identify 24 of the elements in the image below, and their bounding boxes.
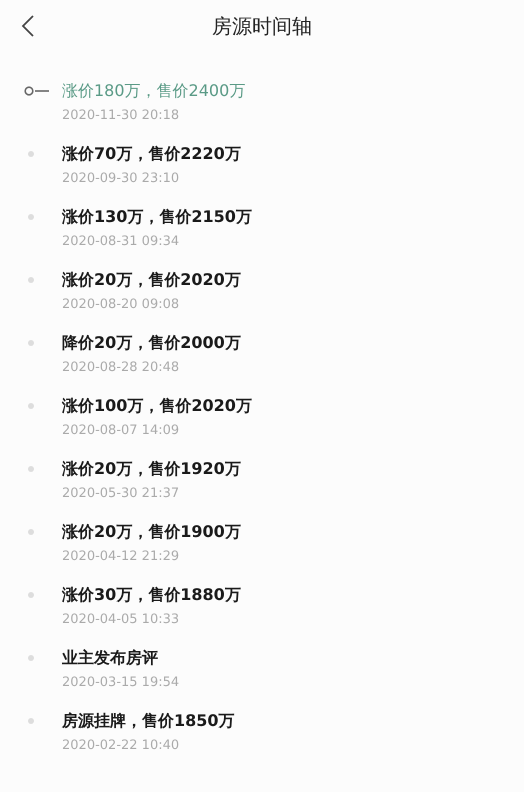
event-text: 涨价100万，售价2020万 [62, 395, 252, 417]
event-time: 2020-04-12 21:29 [62, 548, 180, 566]
event-text: 涨价70万，售价2220万 [62, 143, 241, 165]
event-text: 涨价20万，售价1900万 [62, 521, 241, 543]
event-time: 2020-02-22 10:40 [62, 737, 180, 755]
event-time: 2020-09-30 23:10 [62, 170, 180, 188]
event-time: 2020-03-15 19:54 [62, 674, 180, 692]
event-time: 2020-04-05 10:33 [62, 611, 180, 629]
event-time: 2020-08-07 14:09 [62, 422, 180, 440]
event-time: 2020-08-28 20:48 [62, 359, 180, 377]
event-text: 涨价30万，售价1880万 [62, 584, 241, 606]
event-time: 2020-08-31 09:34 [62, 233, 180, 251]
event-text: 房源挂牌，售价1850万 [62, 710, 235, 732]
event-time: 2020-08-20 09:08 [62, 296, 180, 314]
page-title: 房源时间轴 [212, 12, 312, 40]
event-text: 涨价20万，售价2020万 [62, 269, 241, 291]
event-text: 涨价180万，售价2400万 [62, 80, 246, 102]
event-time: 2020-05-30 21:37 [62, 485, 180, 503]
event-text: 涨价20万，售价1920万 [62, 458, 241, 480]
event-time: 2020-11-30 20:18 [62, 107, 180, 125]
event-text: 涨价130万，售价2150万 [62, 206, 252, 228]
back-icon [21, 14, 35, 38]
event-text: 降价20万，售价2000万 [62, 332, 241, 354]
event-text: 业主发布房评 [62, 647, 159, 669]
